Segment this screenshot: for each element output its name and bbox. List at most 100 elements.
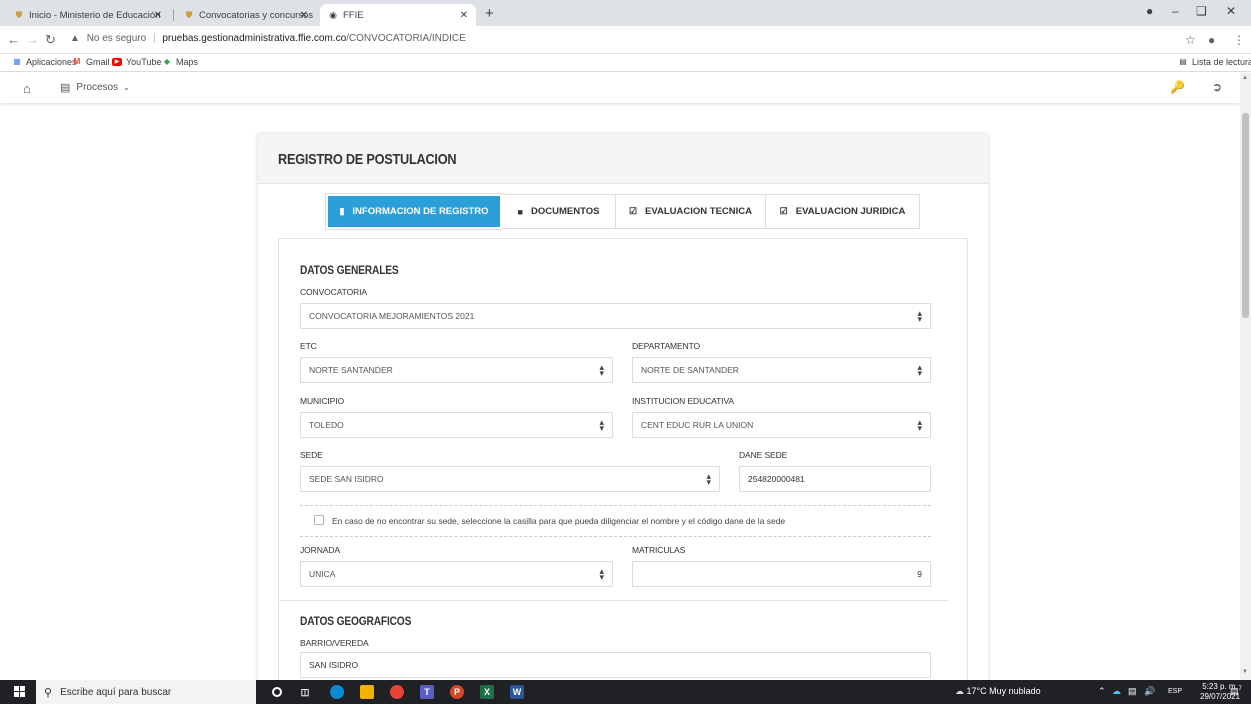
tab-title: Convocatorias y concursos - Min bbox=[199, 9, 316, 21]
cortana-icon[interactable] bbox=[272, 687, 282, 697]
stack-icon: ▤ bbox=[60, 82, 71, 94]
volume-icon[interactable]: 🔊 bbox=[1144, 686, 1155, 697]
search-icon: ⚲ bbox=[44, 686, 53, 699]
onedrive-icon[interactable]: ☁ bbox=[1112, 686, 1121, 697]
language-indicator[interactable]: ESP bbox=[1168, 688, 1182, 695]
browser-tab-convocatorias[interactable]: ⛊ Convocatorias y concursos - Min ✕ bbox=[176, 4, 316, 26]
dane-sede-input[interactable]: 254820000481 bbox=[739, 466, 931, 492]
institucion-select[interactable]: CENT EDUC RUR LA UNION ▴ ▾ bbox=[632, 412, 931, 438]
browser-tab-inicio[interactable]: ⛊ Inicio - Ministerio de Educación ✕ bbox=[6, 4, 170, 26]
word-icon[interactable]: W bbox=[510, 685, 524, 699]
chevron-down-icon: ⌄ bbox=[123, 83, 130, 92]
scrollbar-thumb[interactable] bbox=[1242, 113, 1249, 318]
sort-caret-icon: ▴ ▾ bbox=[599, 362, 604, 378]
url-host: pruebas.gestionadministrativa.ffie.com.c… bbox=[162, 33, 347, 44]
sort-caret-icon: ▴ ▾ bbox=[917, 362, 922, 378]
key-icon[interactable]: 🔑 bbox=[1170, 80, 1185, 94]
scroll-down-icon[interactable]: ▼ bbox=[1242, 669, 1248, 675]
sort-caret-icon: ▴ ▾ bbox=[599, 417, 604, 433]
home-icon[interactable]: ⌂ bbox=[23, 81, 31, 96]
windows-start-icon[interactable] bbox=[14, 686, 26, 698]
folder-icon: ■ bbox=[517, 206, 523, 217]
restore-button[interactable]: ❑ bbox=[1196, 4, 1207, 18]
star-bookmark-icon[interactable]: ☆ bbox=[1185, 33, 1196, 47]
teams-icon[interactable]: T bbox=[420, 685, 434, 699]
select-value: CENT EDUC RUR LA UNION bbox=[641, 420, 754, 430]
tab-documentos[interactable]: ■ DOCUMENTOS bbox=[502, 194, 616, 229]
barrio-vereda-label: BARRIO/VEREDA bbox=[300, 638, 369, 648]
tab-informacion-registro[interactable]: ▮ INFORMACION DE REGISTRO bbox=[326, 194, 502, 229]
matriculas-input[interactable]: 9 bbox=[632, 561, 931, 587]
bookmark-label: YouTube bbox=[126, 57, 162, 67]
file-explorer-icon[interactable] bbox=[360, 685, 374, 699]
network-icon[interactable]: ▤ bbox=[1128, 686, 1137, 697]
forward-arrow-icon[interactable]: → bbox=[26, 32, 39, 47]
browser-tab-bar: ⛊ Inicio - Ministerio de Educación ✕ ⛊ C… bbox=[0, 0, 1251, 26]
profile-circle-icon[interactable]: ● bbox=[1146, 4, 1153, 18]
weather-widget[interactable]: ☁ 17°C Muy nublado bbox=[955, 686, 1041, 697]
warning-triangle-icon: ▲ bbox=[70, 33, 80, 44]
tab-title: Inicio - Ministerio de Educación bbox=[29, 9, 161, 21]
chrome-icon[interactable] bbox=[390, 685, 404, 699]
close-window-button[interactable]: ✕ bbox=[1226, 4, 1236, 18]
etc-select[interactable]: NORTE SANTANDER ▴ ▾ bbox=[300, 357, 613, 383]
tab-evaluacion-tecnica[interactable]: ☑ EVALUACION TECNICA bbox=[616, 194, 766, 229]
excel-icon[interactable]: X bbox=[480, 685, 494, 699]
barrio-vereda-input[interactable]: SAN ISIDRO bbox=[300, 652, 931, 678]
bookmark-youtube[interactable]: ▶ YouTube bbox=[112, 57, 161, 67]
cloud-icon: ☁ bbox=[955, 686, 964, 696]
address-bar-row: ← → ↻ ▲ No es seguro | pruebas.gestionad… bbox=[0, 26, 1251, 54]
kebab-menu-icon[interactable]: ⋮ bbox=[1233, 33, 1245, 47]
tab-evaluacion-juridica[interactable]: ☑ EVALUACION JURIDICA bbox=[766, 194, 920, 229]
tab-label: EVALUACION JURIDICA bbox=[795, 206, 906, 217]
jornada-label: JORNADA bbox=[300, 545, 340, 555]
back-arrow-icon[interactable]: ← bbox=[7, 32, 20, 47]
logout-icon[interactable]: ➲ bbox=[1212, 80, 1222, 94]
edge-icon[interactable] bbox=[330, 685, 344, 699]
new-tab-button[interactable]: + bbox=[485, 5, 494, 22]
browser-tab-ffie[interactable]: ◉ FFIE ✕ bbox=[320, 4, 476, 26]
gmail-icon: M bbox=[73, 57, 81, 66]
bookmark-gmail[interactable]: M Gmail bbox=[72, 57, 110, 67]
bookmark-maps[interactable]: ◆ Maps bbox=[162, 57, 198, 67]
account-avatar-icon[interactable]: ● bbox=[1208, 33, 1215, 47]
sede-select[interactable]: SEDE SAN ISIDRO ▴ ▾ bbox=[300, 466, 720, 492]
weather-text: 17°C Muy nublado bbox=[966, 686, 1041, 696]
departamento-select[interactable]: NORTE DE SANTANDER ▴ ▾ bbox=[632, 357, 931, 383]
procesos-menu[interactable]: ▤ Procesos ⌄ bbox=[60, 81, 130, 94]
url-field[interactable]: ▲ No es seguro | pruebas.gestionadminist… bbox=[70, 33, 466, 44]
convocatoria-select[interactable]: CONVOCATORIA MEJORAMIENTOS 2021 ▴ ▾ bbox=[300, 303, 931, 329]
sede-label: SEDE bbox=[300, 450, 323, 460]
municipio-label: MUNICIPIO bbox=[300, 396, 344, 406]
jornada-select[interactable]: UNICA ▴ ▾ bbox=[300, 561, 613, 587]
task-view-icon[interactable]: ◫ bbox=[298, 685, 312, 699]
scroll-up-icon[interactable]: ▲ bbox=[1242, 75, 1248, 81]
bookmark-label: Gmail bbox=[86, 57, 110, 67]
url-path: /CONVOCATORIA/INDICE bbox=[346, 33, 466, 44]
input-value: 254820000481 bbox=[748, 474, 805, 484]
page-scrollbar[interactable]: ▲ ▼ bbox=[1240, 73, 1251, 680]
bookmark-apps[interactable]: ▦ Aplicaciones bbox=[12, 57, 76, 67]
no-sede-checkbox[interactable] bbox=[314, 515, 324, 525]
close-tab-icon[interactable]: ✕ bbox=[154, 10, 162, 21]
powerpoint-icon[interactable]: P bbox=[450, 685, 464, 699]
reading-list-button[interactable]: ▤ Lista de lectura bbox=[1178, 57, 1251, 67]
file-icon: ▮ bbox=[339, 206, 345, 216]
tray-chevron-icon[interactable]: ⌃ bbox=[1098, 686, 1106, 697]
sort-caret-icon: ▴ ▾ bbox=[917, 417, 922, 433]
notifications-icon[interactable]: ▤7 bbox=[1230, 686, 1242, 697]
section-title-datos-geograficos: DATOS GEOGRAFICOS bbox=[300, 614, 412, 628]
reload-icon[interactable]: ↻ bbox=[45, 32, 56, 48]
security-status: No es seguro bbox=[86, 33, 147, 44]
close-tab-icon[interactable]: ✕ bbox=[460, 10, 468, 21]
close-tab-icon[interactable]: ✕ bbox=[300, 10, 308, 21]
municipio-select[interactable]: TOLEDO ▴ ▾ bbox=[300, 412, 613, 438]
page-title: REGISTRO DE POSTULACION bbox=[278, 151, 457, 168]
dashed-divider bbox=[300, 505, 931, 506]
select-value: SEDE SAN ISIDRO bbox=[309, 474, 384, 484]
notification-count: 7 bbox=[1238, 686, 1242, 692]
globe-favicon-icon: ◉ bbox=[329, 9, 337, 20]
bookmarks-bar: ▦ Aplicaciones M Gmail ▶ YouTube ◆ Maps … bbox=[0, 54, 1251, 72]
minimize-button[interactable]: – bbox=[1172, 4, 1179, 18]
taskbar-search-box[interactable]: ⚲ Escribe aquí para buscar bbox=[36, 680, 256, 704]
